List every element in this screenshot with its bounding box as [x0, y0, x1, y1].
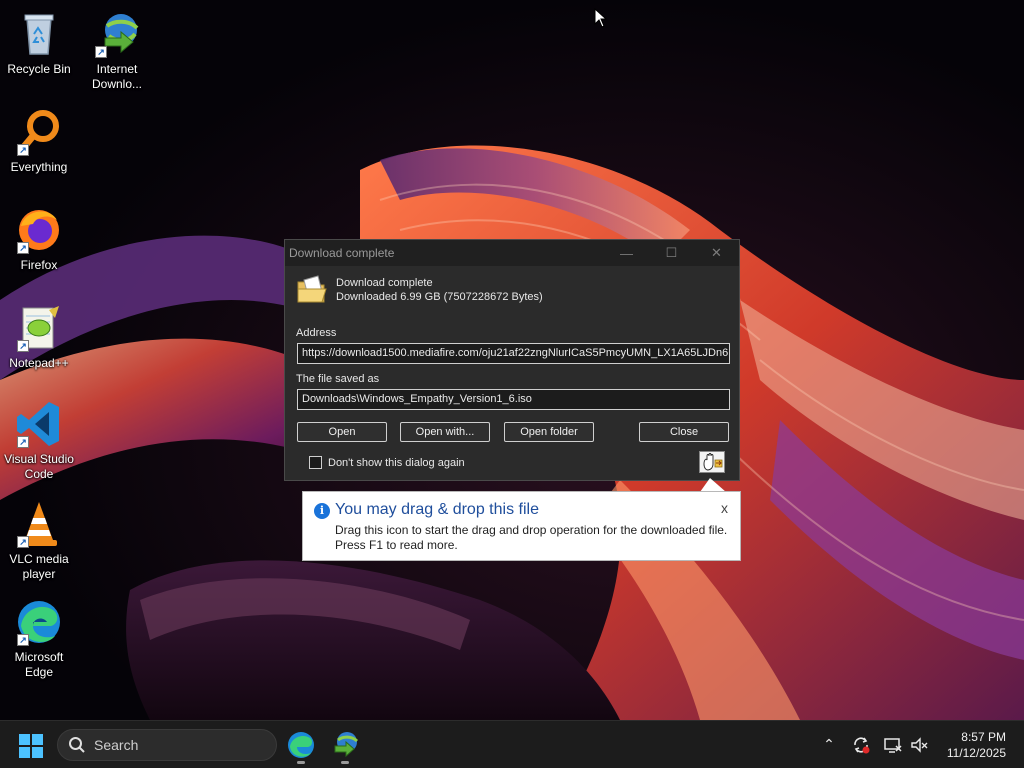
address-field[interactable]: https://download1500.mediafire.com/oju21… — [297, 343, 730, 364]
shortcut-arrow-icon: ↗ — [17, 536, 29, 548]
saved-as-field[interactable]: Downloads\Windows_Empathy_Version1_6.iso — [297, 389, 730, 410]
desktop-icon-label: Microsoft Edge — [14, 650, 64, 679]
internet-download-manager-icon — [334, 732, 359, 758]
desktop-icon-label: Recycle Bin — [7, 62, 71, 76]
address-label: Address — [296, 327, 337, 339]
desktop-icon-label: Firefox — [20, 258, 58, 272]
desktop-icon-everything[interactable]: ↗ Everything — [1, 106, 77, 175]
saved-as-label: The file saved as — [296, 373, 380, 385]
taskbar: Search ⌃ 8:57 PM 11/12/2025 — [0, 720, 1024, 768]
drag-drop-handle[interactable] — [699, 451, 725, 473]
taskbar-app-internet-download-manager[interactable] — [329, 729, 361, 764]
open-folder-button[interactable]: Open folder — [504, 422, 594, 442]
clock-date: 11/12/2025 — [946, 746, 1006, 760]
drag-hand-icon — [703, 453, 723, 471]
dialog-header: Download complete Downloaded 6.99 GB (75… — [296, 274, 543, 306]
close-window-icon[interactable]: ✕ — [694, 240, 739, 266]
search-placeholder: Search — [94, 737, 139, 753]
desktop-icon-edge[interactable]: ↗ Microsoft Edge — [1, 596, 77, 680]
tooltip-body: Drag this icon to start the drag and dro… — [335, 523, 727, 553]
dialog-title: Download complete — [289, 246, 395, 260]
taskbar-app-edge[interactable] — [285, 729, 317, 764]
desktop-icon-notepad-plus-plus[interactable]: ↗ Notepad++ — [1, 302, 77, 371]
drag-drop-tooltip: i You may drag & drop this file Drag thi… — [302, 491, 741, 561]
desktop-icon-firefox[interactable]: ↗ Firefox — [1, 204, 77, 273]
clock-time: 8:57 PM — [961, 730, 1006, 744]
dialog-titlebar[interactable]: Download complete — ☐ ✕ — [285, 240, 739, 266]
desktop-icon-recycle-bin[interactable]: Recycle Bin — [1, 8, 77, 77]
taskbar-search-box[interactable]: Search — [57, 729, 277, 761]
desktop-icon-label: Notepad++ — [9, 356, 69, 370]
recycle-bin-icon — [24, 14, 54, 55]
maximize-icon[interactable]: ☐ — [649, 240, 694, 266]
shortcut-arrow-icon: ↗ — [17, 340, 29, 352]
desktop-icon-vscode[interactable]: ↗ Visual Studio Code — [1, 398, 77, 482]
shortcut-arrow-icon: ↗ — [17, 436, 29, 448]
info-icon: i — [314, 503, 330, 519]
open-with-button[interactable]: Open with... — [400, 422, 490, 442]
shortcut-arrow-icon: ↗ — [17, 242, 29, 254]
desktop-icon-label: Everything — [10, 160, 68, 174]
taskbar-clock[interactable]: 8:57 PM 11/12/2025 — [947, 729, 1006, 761]
open-folder-icon — [297, 275, 327, 303]
desktop-icon-area: Recycle Bin ↗ Internet Downlo... ↗ Every… — [0, 0, 160, 720]
open-button[interactable]: Open — [297, 422, 387, 442]
close-button[interactable]: Close — [639, 422, 729, 442]
mouse-cursor-icon — [594, 8, 608, 28]
tooltip-line-1: Drag this icon to start the drag and dro… — [335, 523, 728, 537]
volume-muted-icon[interactable] — [909, 735, 929, 755]
shortcut-arrow-icon: ↗ — [17, 634, 29, 646]
network-display-icon[interactable] — [883, 735, 903, 755]
desktop-icon-internet-download-manager[interactable]: ↗ Internet Downlo... — [79, 8, 155, 92]
running-indicator — [341, 761, 349, 764]
windows-start-icon[interactable] — [18, 733, 44, 759]
tooltip-line-2: Press F1 to read more. — [335, 538, 458, 552]
dialog-heading: Download complete — [336, 277, 433, 289]
running-indicator — [297, 761, 305, 764]
shortcut-arrow-icon: ↗ — [17, 144, 29, 156]
search-icon — [69, 737, 85, 753]
desktop-icon-label: Internet Downlo... — [91, 62, 143, 91]
shortcut-arrow-icon: ↗ — [95, 46, 107, 58]
desktop-icon-label: Visual Studio Code — [4, 452, 74, 481]
show-hidden-icons-chevron-icon[interactable]: ⌃ — [819, 735, 839, 755]
tooltip-close-icon[interactable]: x — [721, 500, 728, 516]
dont-show-again-checkbox[interactable] — [309, 456, 322, 469]
balloon-pointer — [700, 478, 726, 492]
edge-icon — [288, 732, 314, 758]
download-status-text: Downloaded 6.99 GB (7507228672 Bytes) — [336, 291, 543, 303]
dont-show-again-label: Don't show this dialog again — [328, 456, 465, 469]
tooltip-title: You may drag & drop this file — [335, 501, 539, 518]
desktop-icon-label: VLC media player — [9, 552, 69, 581]
minimize-icon[interactable]: — — [604, 240, 649, 266]
download-complete-dialog: Download complete — ☐ ✕ Download complet… — [284, 239, 740, 481]
desktop-icon-vlc[interactable]: ↗ VLC media player — [1, 498, 77, 582]
sync-status-icon[interactable] — [851, 735, 871, 755]
dont-show-again-row: Don't show this dialog again — [309, 456, 465, 469]
